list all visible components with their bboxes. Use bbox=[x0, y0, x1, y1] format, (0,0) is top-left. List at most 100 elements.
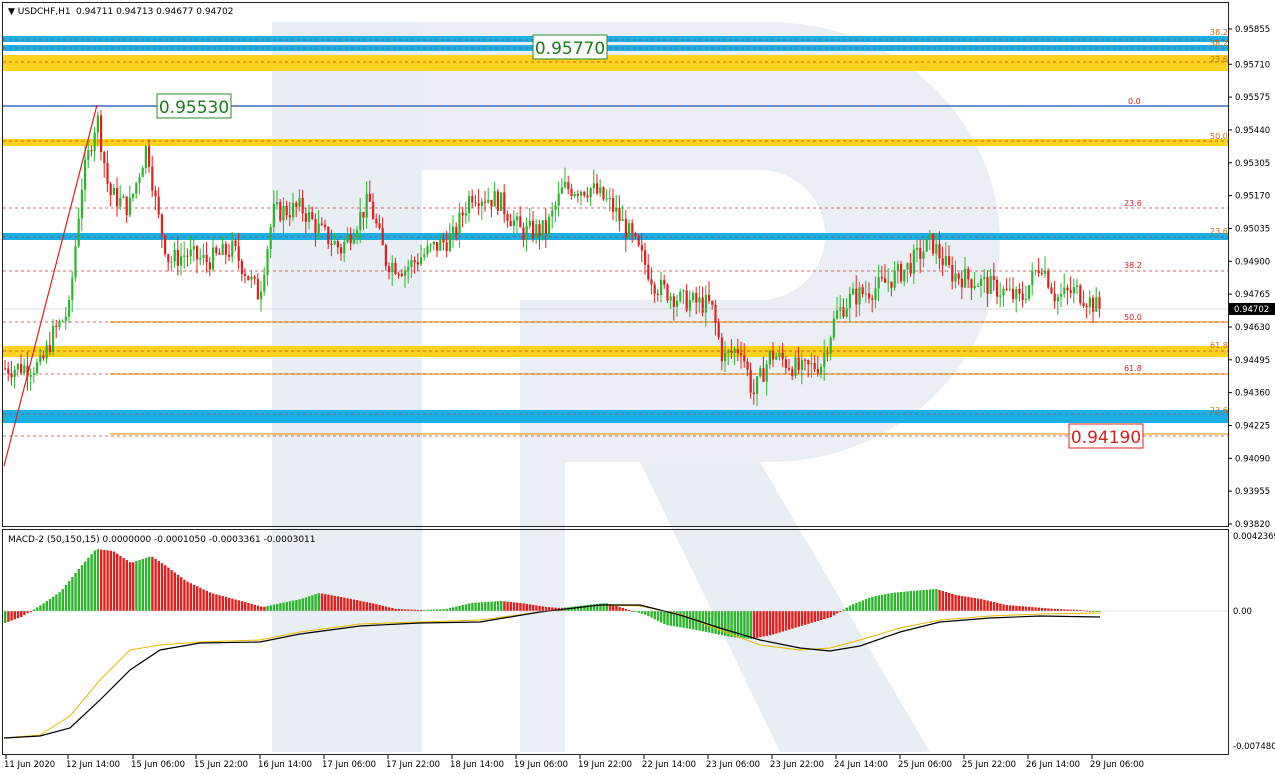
macd-bar bbox=[295, 599, 298, 611]
candle-body bbox=[925, 238, 928, 252]
macd-bar bbox=[1050, 608, 1053, 611]
macd-bar bbox=[199, 587, 202, 611]
macd-bar bbox=[170, 570, 173, 611]
macd-bar bbox=[464, 604, 468, 611]
candle-body bbox=[864, 293, 867, 295]
candle-body bbox=[631, 223, 634, 234]
candle-body bbox=[455, 226, 458, 236]
candle-body bbox=[160, 214, 163, 236]
candle-body bbox=[237, 246, 240, 261]
macd-bar bbox=[452, 607, 455, 611]
macd-bar bbox=[68, 581, 71, 611]
candle-body bbox=[164, 235, 167, 255]
candle-body bbox=[919, 247, 922, 259]
candle-body bbox=[656, 293, 659, 295]
macd-bar bbox=[941, 590, 944, 611]
candle-body bbox=[464, 213, 467, 216]
candle-body bbox=[52, 325, 55, 352]
macd-bar bbox=[762, 611, 765, 637]
candle-body bbox=[436, 241, 439, 251]
candle-body bbox=[484, 201, 487, 203]
candle-body bbox=[151, 166, 154, 191]
macd-bar bbox=[468, 603, 471, 611]
candle-body bbox=[573, 193, 576, 197]
macd-bar bbox=[359, 600, 362, 611]
candle-body bbox=[650, 279, 653, 285]
candle-body bbox=[615, 208, 618, 212]
macd-bar bbox=[519, 602, 522, 611]
candle-body bbox=[858, 287, 861, 305]
candle-body bbox=[576, 193, 579, 196]
candle-body bbox=[266, 249, 269, 275]
candle-body bbox=[861, 287, 864, 294]
macd-bar bbox=[42, 603, 45, 611]
candle-body bbox=[404, 270, 407, 276]
svg-text:50.0: 50.0 bbox=[1210, 132, 1228, 141]
macd-bar bbox=[455, 606, 458, 611]
svg-text:38.2: 38.2 bbox=[1124, 261, 1142, 270]
candle-body bbox=[384, 245, 387, 267]
candle-body bbox=[42, 355, 45, 359]
candle-body bbox=[666, 284, 669, 301]
time-tick-label: 17 Jun 22:00 bbox=[386, 760, 440, 770]
macd-bar bbox=[346, 598, 349, 611]
macd-bar bbox=[64, 585, 68, 611]
macd-bar bbox=[804, 611, 807, 625]
macd-bar bbox=[397, 609, 400, 611]
macd-bar bbox=[484, 602, 487, 611]
candle-body bbox=[980, 278, 983, 286]
macd-bar bbox=[1063, 609, 1066, 611]
macd-bar bbox=[903, 591, 906, 611]
candle-body bbox=[983, 277, 986, 279]
time-tick-label: 15 Jun 22:00 bbox=[194, 760, 248, 770]
macd-bar bbox=[1060, 609, 1063, 611]
macd-bar bbox=[1012, 605, 1015, 611]
macd-bar bbox=[807, 611, 810, 624]
svg-text:0.0: 0.0 bbox=[1128, 97, 1141, 106]
svg-text:38.2: 38.2 bbox=[1210, 28, 1228, 37]
candle-body bbox=[301, 197, 304, 214]
candle-body bbox=[272, 204, 275, 227]
macd-bar bbox=[237, 600, 240, 611]
macd-bar bbox=[890, 592, 893, 611]
candle-body bbox=[628, 223, 631, 238]
macd-bar bbox=[784, 611, 788, 631]
candle-body bbox=[327, 227, 330, 244]
macd-bar bbox=[151, 556, 154, 611]
macd-bar bbox=[176, 574, 180, 611]
candle-body bbox=[768, 350, 771, 365]
macd-bar bbox=[887, 593, 890, 611]
candle-body bbox=[548, 216, 551, 234]
candle-body bbox=[13, 369, 16, 378]
macd-bar bbox=[656, 611, 660, 621]
macd-bar bbox=[7, 611, 10, 622]
candle-body bbox=[624, 219, 627, 238]
candle-body bbox=[765, 364, 768, 382]
macd-bar bbox=[247, 602, 250, 611]
candle-body bbox=[1085, 306, 1088, 308]
macd-bar bbox=[157, 561, 160, 611]
candle-body bbox=[93, 132, 96, 152]
macd-bar bbox=[647, 611, 650, 617]
price-tick-label: 0.95440 bbox=[1235, 126, 1270, 136]
candle-body bbox=[480, 201, 483, 207]
candle-body bbox=[279, 202, 282, 221]
macd-bar bbox=[624, 608, 628, 611]
candle-body bbox=[1002, 288, 1005, 296]
candle-body bbox=[1008, 288, 1011, 290]
candle-body bbox=[80, 189, 83, 219]
candle-body bbox=[311, 212, 314, 219]
macd-bar bbox=[183, 579, 186, 611]
macd-bar bbox=[135, 561, 138, 611]
macd-bar bbox=[234, 599, 237, 611]
macd-bar bbox=[861, 600, 864, 611]
macd-bar bbox=[682, 611, 685, 628]
macd-bar bbox=[48, 598, 52, 611]
macd-bar bbox=[180, 577, 183, 611]
svg-text:0.94702: 0.94702 bbox=[1234, 305, 1269, 315]
candle-body bbox=[263, 274, 266, 292]
macd-bar bbox=[164, 565, 167, 611]
candle-body bbox=[733, 349, 736, 353]
candle-body bbox=[912, 249, 915, 274]
candle-body bbox=[736, 349, 739, 354]
